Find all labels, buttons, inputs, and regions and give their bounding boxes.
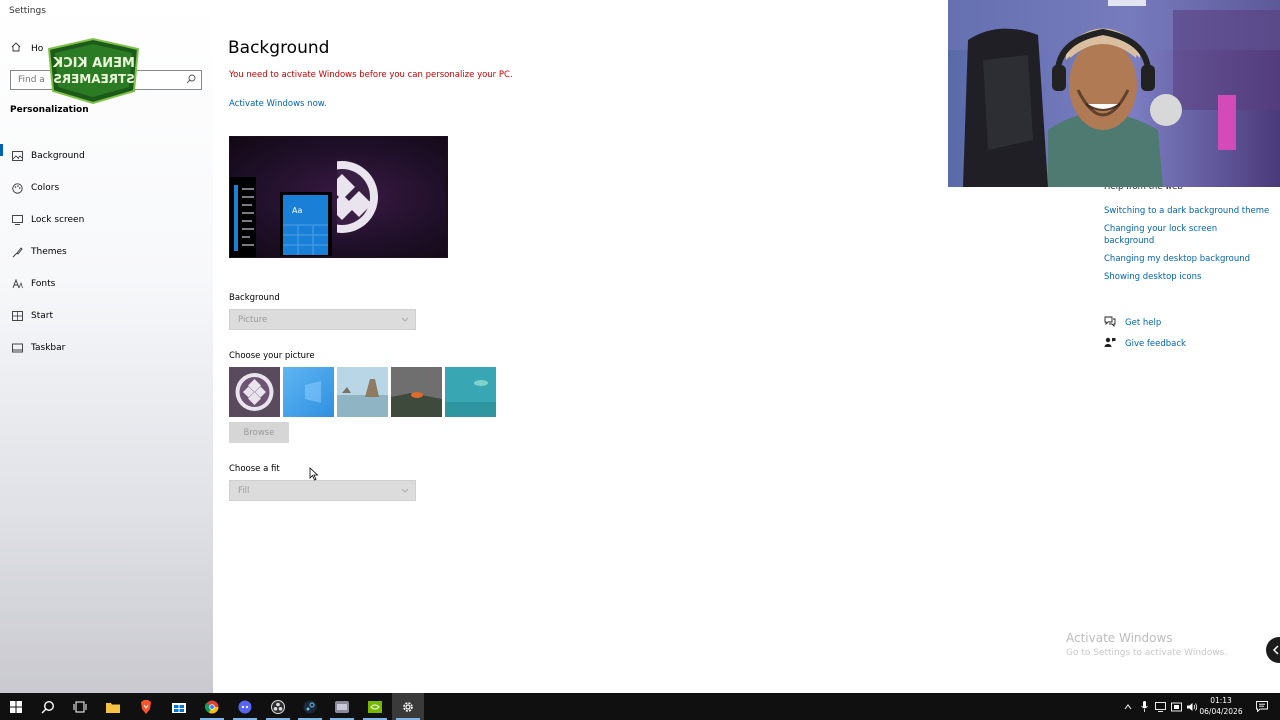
sidebar-item-fonts[interactable]: Fonts: [0, 268, 213, 300]
nvidia-icon[interactable]: [359, 693, 391, 720]
window-title: Settings: [9, 6, 46, 16]
browse-button[interactable]: Browse: [229, 422, 289, 443]
give-feedback-label: Give feedback: [1125, 339, 1186, 349]
background-preview: Aa: [229, 136, 448, 258]
picture-thumb-underwater[interactable]: [445, 367, 496, 417]
store-icon[interactable]: [163, 693, 195, 720]
sidebar-item-label: Colors: [31, 183, 60, 193]
microphone-icon[interactable]: [1136, 701, 1152, 712]
taskbar-icon: [11, 343, 23, 353]
activation-warning: You need to activate Windows before you …: [229, 70, 513, 80]
start-grid-icon: [11, 311, 23, 321]
help-link-dark-theme[interactable]: Switching to a dark background theme: [1104, 205, 1274, 217]
palette-icon: [11, 182, 23, 194]
activate-watermark-title: Activate Windows: [1066, 631, 1173, 645]
chevron-down-icon: [401, 486, 409, 497]
settings-icon[interactable]: [392, 693, 424, 720]
preview-menu-lines: [234, 185, 254, 251]
picture-thumb-lava[interactable]: [391, 367, 442, 417]
home-icon: [11, 42, 21, 55]
background-label: Background: [229, 293, 280, 303]
help-links: Switching to a dark background theme Cha…: [1104, 205, 1274, 289]
help-link-desktop-background[interactable]: Changing my desktop background: [1104, 253, 1274, 265]
sidebar-item-start[interactable]: Start: [0, 300, 213, 332]
start-icon[interactable]: [0, 693, 32, 720]
give-feedback-link[interactable]: Give feedback: [1104, 337, 1186, 351]
sidebar-item-background[interactable]: Background: [0, 140, 213, 172]
search-icon[interactable]: [32, 693, 64, 720]
sidebar-item-taskbar[interactable]: Taskbar: [0, 332, 213, 364]
activate-windows-link[interactable]: Activate Windows now.: [229, 99, 327, 109]
preview-logo-icon: [337, 157, 378, 237]
feedback-person-icon: [1104, 337, 1116, 351]
display-icon[interactable]: [1168, 702, 1184, 712]
chat-help-icon: [1104, 316, 1116, 330]
stream-overlay-logo: MENA KICK STREAMERS: [45, 37, 142, 105]
brush-icon: [11, 246, 23, 258]
search-icon: [186, 74, 196, 87]
obs-icon[interactable]: [262, 693, 294, 720]
preview-tile-label: Aa: [292, 206, 303, 215]
svg-text:MENA KICK: MENA KICK: [52, 56, 135, 71]
webcam-overlay: [948, 0, 1280, 187]
svg-text:STREAMERS: STREAMERS: [53, 72, 135, 86]
monitor-lock-icon: [11, 215, 23, 225]
background-dropdown[interactable]: Picture: [229, 309, 416, 330]
clock[interactable]: 01:13 06/04/2026: [1197, 695, 1245, 717]
steam-icon[interactable]: [294, 693, 326, 720]
choose-fit-label: Choose a fit: [229, 464, 280, 474]
preview-tiles: [283, 195, 328, 255]
picture-icon: [11, 151, 23, 161]
app-icon[interactable]: [326, 693, 358, 720]
font-icon: [11, 279, 23, 289]
file-explorer-icon[interactable]: [97, 693, 129, 720]
sidebar-item-label: Taskbar: [31, 343, 66, 353]
sidebar-item-label: Fonts: [31, 279, 56, 289]
chevron-up-icon[interactable]: [1120, 703, 1136, 710]
picture-thumb-windows-blue[interactable]: [283, 367, 334, 417]
help-link-lock-screen[interactable]: Changing your lock screen background: [1104, 223, 1224, 247]
taskbar: 01:13 06/04/2026: [0, 693, 1280, 720]
sidebar-item-lock-screen[interactable]: Lock screen: [0, 204, 213, 236]
sidebar-item-themes[interactable]: Themes: [0, 236, 213, 268]
sidebar-item-label: Start: [31, 311, 53, 321]
chevron-down-icon: [401, 315, 409, 326]
task-view-icon[interactable]: [64, 693, 96, 720]
notifications-icon[interactable]: [1248, 693, 1276, 720]
help-link-desktop-icons[interactable]: Showing desktop icons: [1104, 271, 1274, 283]
sidebar: Settings Ho MENA KICK STREAMERS Personal…: [0, 0, 213, 693]
sidebar-item-colors[interactable]: Colors: [0, 172, 213, 204]
get-help-label: Get help: [1125, 318, 1162, 328]
get-help-link[interactable]: Get help: [1104, 316, 1161, 330]
sidebar-item-label: Themes: [31, 247, 67, 257]
clock-date: 06/04/2026: [1199, 707, 1243, 716]
section-title: Personalization: [10, 105, 89, 115]
sidebar-item-label: Lock screen: [31, 215, 85, 225]
chrome-icon[interactable]: [196, 693, 228, 720]
activate-watermark-subtitle: Go to Settings to activate Windows.: [1066, 648, 1228, 658]
home-label: Ho: [31, 43, 44, 54]
home-nav[interactable]: Ho: [11, 42, 43, 55]
choose-picture-label: Choose your picture: [229, 351, 315, 361]
floating-back-button[interactable]: [1266, 637, 1280, 663]
system-tray: [1120, 693, 1200, 720]
background-dropdown-value: Picture: [238, 315, 268, 325]
sidebar-item-label: Background: [31, 151, 85, 161]
picture-thumb-current[interactable]: [229, 367, 280, 417]
picture-thumbnails: [229, 367, 496, 417]
sidebar-nav: Background Colors Lock screen Themes Fon…: [0, 140, 213, 364]
page-title: Background: [228, 38, 330, 58]
fit-dropdown[interactable]: Fill: [229, 480, 416, 501]
settings-window: Settings Ho MENA KICK STREAMERS Personal…: [0, 0, 1280, 720]
clock-time: 01:13: [1210, 696, 1232, 705]
brave-icon[interactable]: [130, 693, 162, 720]
network-icon[interactable]: [1152, 701, 1168, 712]
picture-thumb-beach[interactable]: [337, 367, 388, 417]
fit-dropdown-value: Fill: [238, 486, 250, 496]
discord-icon[interactable]: [229, 693, 261, 720]
mouse-cursor-icon: [309, 467, 319, 481]
